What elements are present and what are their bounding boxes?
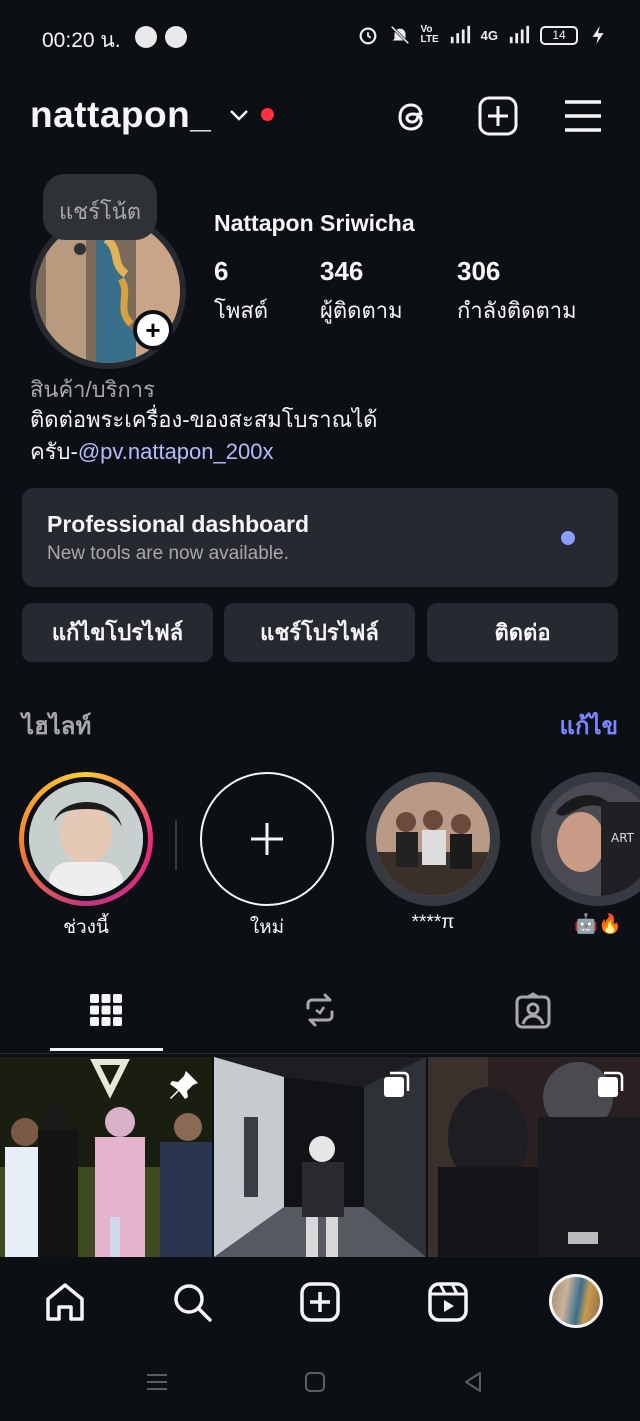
- network-type: 4G: [480, 27, 498, 43]
- reposts-icon[interactable]: [302, 992, 338, 1028]
- notification-dot: [261, 108, 274, 121]
- alarm-icon: [359, 27, 376, 45]
- highlights-divider: [175, 820, 177, 870]
- edit-profile-button[interactable]: แก้ไขโปรไฟล์: [22, 603, 213, 662]
- status-bar: 00:20 น. Vo LTE 4G 14: [0, 0, 640, 72]
- plus-icon: [251, 823, 283, 855]
- bio-line-2: ครับ-@pv.nattapon_200x: [30, 436, 590, 468]
- stat-following[interactable]: 306 กำลังติดตาม: [457, 256, 577, 328]
- signal-icon: [450, 25, 470, 44]
- highlight-3[interactable]: [366, 772, 500, 906]
- highlight-4-label: 🤖🔥: [574, 914, 622, 935]
- svg-text:ART: ART: [611, 831, 635, 845]
- profile-category: สินค้า/บริการ: [30, 377, 155, 402]
- tagged-icon[interactable]: [514, 992, 552, 1030]
- highlight-4[interactable]: ART: [531, 772, 640, 906]
- battery-icon: 14: [540, 25, 578, 45]
- profile-header: nattapon_: [0, 86, 640, 146]
- highlights-edit-link[interactable]: แก้ไข: [560, 706, 618, 745]
- system-navigation-bar: [0, 1343, 640, 1421]
- stat-posts-count: 6: [214, 256, 229, 286]
- highlight-recent[interactable]: [19, 772, 153, 906]
- highlight-recent-image: [29, 782, 143, 896]
- create-icon[interactable]: [299, 1281, 341, 1323]
- highlight-new[interactable]: [200, 772, 334, 906]
- bio-line-2-prefix: ครับ-: [30, 439, 78, 464]
- chevron-down-icon[interactable]: [229, 108, 249, 122]
- signal-icon-2: [509, 25, 530, 44]
- dashboard-title: Professional dashboard: [47, 511, 310, 537]
- stat-following-count: 306: [457, 256, 501, 286]
- dashboard-subtitle: New tools are now available.: [47, 543, 289, 564]
- bottom-navigation: [0, 1257, 640, 1343]
- highlight-new-label: ใหม่: [249, 917, 285, 938]
- full-name: Nattapon Sriwicha: [214, 210, 415, 236]
- profile-bio: ติดต่อพระเครื่อง-ของสะสมโบราณได้ ครับ-@p…: [30, 404, 590, 468]
- content-tabs: [0, 970, 640, 1054]
- grid-icon[interactable]: [88, 992, 124, 1028]
- contact-button[interactable]: ติดต่อ: [427, 603, 618, 662]
- home-icon[interactable]: [44, 1281, 86, 1323]
- status-time: 00:20 น.: [42, 29, 121, 52]
- post-thumbnail-1[interactable]: [0, 1057, 212, 1257]
- search-icon[interactable]: [171, 1281, 213, 1323]
- carousel-icon-2: [598, 1071, 624, 1097]
- stat-followers[interactable]: 346 ผู้ติดตาม: [320, 256, 403, 328]
- back-icon[interactable]: [462, 1371, 484, 1393]
- carousel-icon: [384, 1071, 410, 1097]
- dashboard-new-dot: [561, 531, 575, 545]
- stat-followers-count: 346: [320, 256, 364, 286]
- professional-dashboard[interactable]: Professional dashboard New tools are now…: [22, 488, 618, 587]
- create-post-icon[interactable]: [476, 94, 520, 138]
- highlight-recent-label: ช่วงนี้: [63, 917, 109, 938]
- reels-icon[interactable]: [427, 1281, 469, 1323]
- bio-mention-link[interactable]: @pv.nattapon_200x: [78, 439, 274, 464]
- share-profile-button[interactable]: แชร์โปรไฟล์: [224, 603, 415, 662]
- bio-line-1: ติดต่อพระเครื่อง-ของสะสมโบราณได้: [30, 407, 378, 432]
- stat-following-label: กำลังติดตาม: [457, 298, 577, 323]
- post-thumbnail-2[interactable]: [214, 1057, 426, 1257]
- post-thumbnail-3[interactable]: [428, 1057, 640, 1257]
- profile-tab-avatar[interactable]: [549, 1274, 603, 1328]
- add-story-button[interactable]: +: [133, 310, 173, 350]
- home-button-icon[interactable]: [304, 1371, 326, 1393]
- share-note-bubble[interactable]: แชร์โน้ต: [43, 174, 157, 240]
- volte-icon: Vo LTE: [420, 24, 439, 45]
- charging-icon: [592, 25, 604, 45]
- threads-icon[interactable]: [390, 94, 434, 138]
- messenger-icon: [135, 26, 157, 48]
- menu-icon[interactable]: [561, 94, 605, 138]
- recent-apps-icon[interactable]: [145, 1370, 169, 1394]
- active-tab-indicator: [50, 1048, 163, 1051]
- note-bubble-tail: [74, 243, 86, 255]
- share-note-label: แชร์โน้ต: [58, 199, 142, 224]
- highlight-4-image: ART: [541, 782, 640, 896]
- stat-posts[interactable]: 6 โพสต์: [214, 256, 268, 328]
- line-icon: [165, 26, 187, 48]
- status-icons: Vo LTE 4G 14: [357, 24, 611, 46]
- pin-icon: [170, 1071, 198, 1099]
- stat-posts-label: โพสต์: [214, 298, 269, 323]
- stat-followers-label: ผู้ติดตาม: [320, 298, 403, 323]
- highlights-title: ไฮไลท์: [22, 713, 92, 740]
- highlight-3-image: [376, 782, 490, 896]
- mute-icon: [390, 25, 409, 45]
- highlight-3-label: ****π: [411, 912, 455, 933]
- username-switcher[interactable]: nattapon_: [30, 94, 211, 136]
